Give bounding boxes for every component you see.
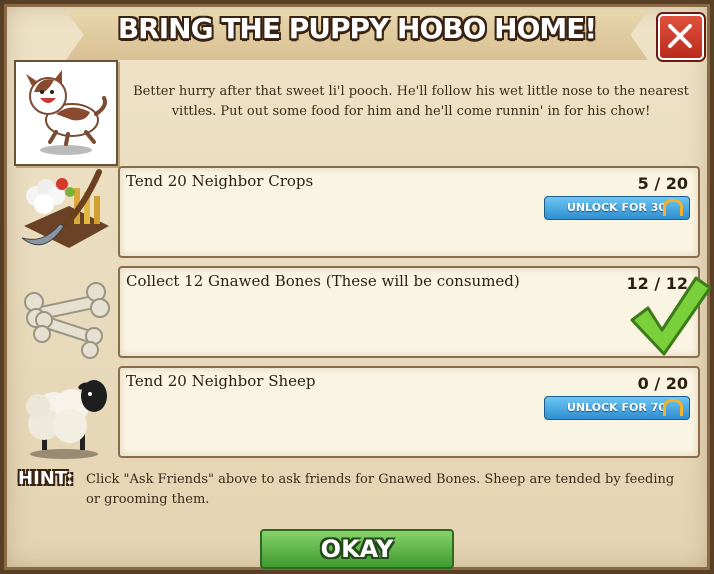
quest-dialog: BRING THE PUPPY HOBO HOME! Better hurry … <box>0 0 714 574</box>
hint-tag: HINT: <box>18 468 74 489</box>
checkmark-icon <box>630 276 712 356</box>
okay-button[interactable]: OKAY <box>260 529 454 569</box>
close-button[interactable] <box>658 14 704 60</box>
horseshoe-icon <box>663 199 683 216</box>
task-progress-count: 5 / 20 <box>637 174 688 193</box>
crops-scythe-icon <box>14 166 114 266</box>
task-label: Collect 12 Gnawed Bones (These will be c… <box>126 272 520 290</box>
task-label: Tend 20 Neighbor Crops <box>126 172 314 190</box>
unlock-label: UNLOCK FOR 30 <box>567 201 667 214</box>
bones-icon <box>14 268 114 368</box>
close-x-icon <box>668 24 692 48</box>
task-card-sheep: Tend 20 Neighbor Sheep 0 / 20 UNLOCK FOR… <box>118 366 700 458</box>
puppy-portrait <box>14 60 118 166</box>
task-label: Tend 20 Neighbor Sheep <box>126 372 316 390</box>
dialog-title: BRING THE PUPPY HOBO HOME! <box>117 12 597 45</box>
puppy-icon <box>26 70 107 155</box>
task-card-bones: Collect 12 Gnawed Bones (These will be c… <box>118 266 712 358</box>
sheep-icon <box>14 366 114 466</box>
unlock-button[interactable]: UNLOCK FOR 70 <box>544 396 690 420</box>
horseshoe-icon <box>663 399 683 416</box>
unlock-button[interactable]: UNLOCK FOR 30 <box>544 196 690 220</box>
hint-text: Click "Ask Friends" above to ask friends… <box>86 472 675 507</box>
task-progress-count: 0 / 20 <box>637 374 688 393</box>
task-card-crops: Tend 20 Neighbor Crops 5 / 20 UNLOCK FOR… <box>118 166 700 258</box>
unlock-label: UNLOCK FOR 70 <box>567 401 667 414</box>
quest-intro-text: Better hurry after that sweet li'l pooch… <box>133 84 689 119</box>
